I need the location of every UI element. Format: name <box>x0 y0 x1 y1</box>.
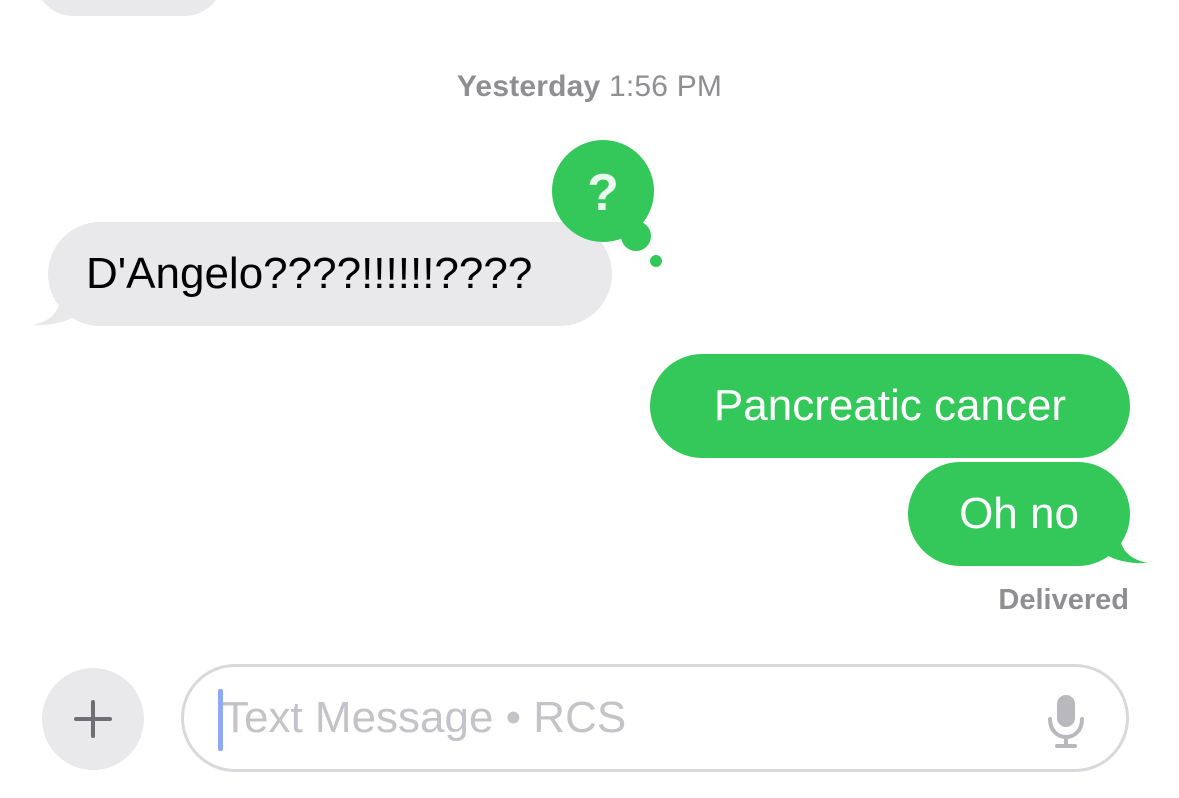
incoming-message[interactable]: D'Angelo????!!!!!!???? <box>48 222 612 326</box>
incoming-message-text: D'Angelo????!!!!!!???? <box>86 249 533 298</box>
outgoing-message[interactable]: Pancreatic cancer <box>650 354 1130 458</box>
message-timestamp: Yesterday 1:56 PM <box>0 70 1179 104</box>
reaction-symbol: ? <box>587 164 619 222</box>
message-input-placeholder: Text Message • RCS <box>222 693 627 742</box>
outgoing-message-text: Oh no <box>959 489 1079 538</box>
outgoing-message-text: Pancreatic cancer <box>713 381 1067 430</box>
question-mark-reaction-icon[interactable]: ? <box>552 140 662 270</box>
plus-icon <box>74 700 112 738</box>
timestamp-time: 1:56 PM <box>609 70 723 103</box>
outgoing-message[interactable]: Oh no <box>908 462 1130 566</box>
timestamp-day: Yesterday <box>456 70 601 103</box>
previous-message-bubble[interactable] <box>34 0 224 16</box>
delivery-status: Delivered <box>998 584 1129 616</box>
microphone-icon[interactable] <box>1046 693 1086 749</box>
message-input[interactable]: Text Message • RCS <box>181 664 1129 772</box>
add-attachment-button[interactable] <box>42 668 144 770</box>
